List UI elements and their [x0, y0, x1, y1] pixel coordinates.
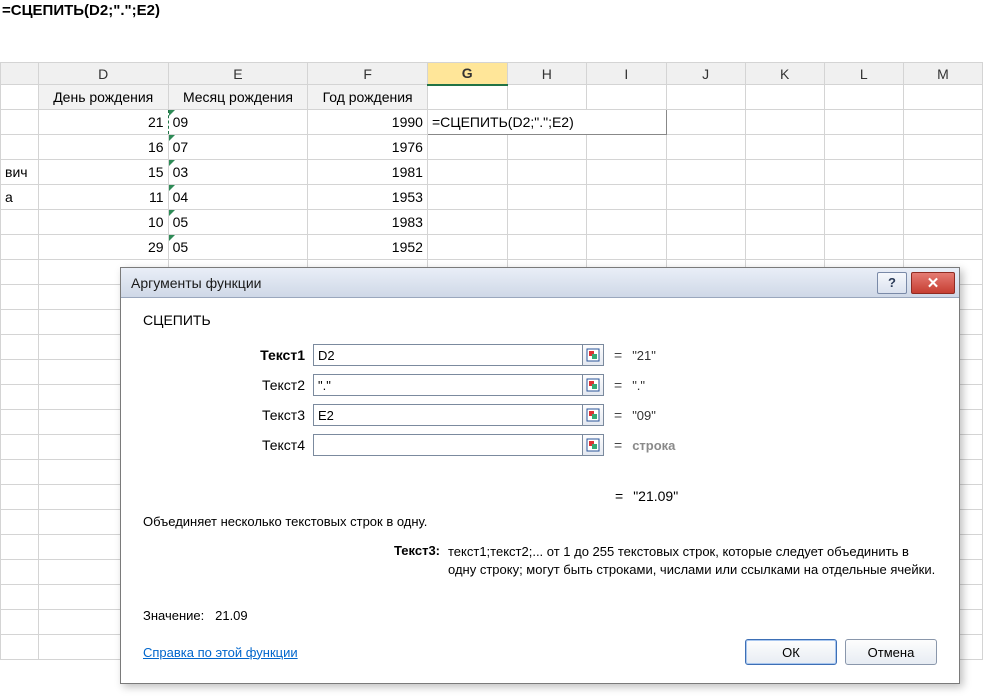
cell[interactable]: 10 — [38, 210, 168, 235]
cell[interactable]: 1981 — [308, 160, 428, 185]
arg-input-1[interactable] — [313, 344, 583, 366]
row-prefix: вич — [1, 160, 39, 185]
cancel-button[interactable]: Отмена — [845, 639, 937, 665]
header-cell[interactable]: Месяц рождения — [168, 85, 308, 110]
cell[interactable]: 11 — [38, 185, 168, 210]
equals-icon: = — [614, 407, 622, 423]
cell[interactable]: 16 — [38, 135, 168, 160]
col-header-J[interactable]: J — [666, 63, 745, 85]
col-header-M[interactable]: M — [903, 63, 982, 85]
col-header-H[interactable]: H — [507, 63, 587, 85]
col-header-F[interactable]: F — [308, 63, 428, 85]
formula-bar[interactable]: =СЦЕПИТЬ(D2;".";E2) — [2, 2, 160, 19]
function-arguments-dialog: Аргументы функции ? ✕ СЦЕПИТЬ Текст1 = "… — [120, 267, 960, 684]
function-name: СЦЕПИТЬ — [143, 312, 937, 328]
close-button[interactable]: ✕ — [911, 272, 955, 294]
cell[interactable]: 07 — [168, 135, 308, 160]
value-result: 21.09 — [215, 608, 248, 623]
cell[interactable]: 29 — [38, 235, 168, 260]
col-header-L[interactable]: L — [824, 63, 903, 85]
column-header-row: D E F G H I J K L M — [1, 63, 983, 85]
arg-result: строка — [632, 438, 675, 453]
cell[interactable]: 05 — [168, 235, 308, 260]
cell[interactable]: 1952 — [308, 235, 428, 260]
header-cell[interactable]: Год рождения — [308, 85, 428, 110]
equals-icon: = — [614, 377, 622, 393]
col-header-K[interactable]: K — [745, 63, 824, 85]
arg-desc-label: Текст3: — [143, 543, 448, 578]
dialog-titlebar[interactable]: Аргументы функции ? ✕ — [121, 268, 959, 298]
ok-button[interactable]: ОК — [745, 639, 837, 665]
arg-label: Текст1 — [143, 347, 313, 363]
range-select-button[interactable] — [582, 404, 604, 426]
active-formula-cell[interactable]: =СЦЕПИТЬ(D2;".";E2) — [427, 110, 666, 135]
cell[interactable]: 15 — [38, 160, 168, 185]
cell[interactable]: 05 — [168, 210, 308, 235]
help-link[interactable]: Справка по этой функции — [143, 645, 298, 660]
arg-result: "21" — [632, 348, 656, 363]
cell[interactable]: 09 — [168, 110, 308, 135]
cell[interactable]: 21 — [38, 110, 168, 135]
arg-label: Текст2 — [143, 377, 313, 393]
arg-result: "09" — [632, 408, 656, 423]
arg-input-3[interactable] — [313, 404, 583, 426]
col-header-G[interactable]: G — [427, 63, 507, 85]
range-select-button[interactable] — [582, 344, 604, 366]
arg-label: Текст3 — [143, 407, 313, 423]
cell[interactable]: 03 — [168, 160, 308, 185]
equals-icon: = — [614, 347, 622, 363]
cell[interactable]: 04 — [168, 185, 308, 210]
range-select-button[interactable] — [582, 434, 604, 456]
cell[interactable]: 1953 — [308, 185, 428, 210]
cell[interactable]: 1990 — [308, 110, 428, 135]
col-header-D[interactable]: D — [38, 63, 168, 85]
function-result: "21.09" — [633, 488, 678, 504]
value-label: Значение: — [143, 608, 204, 623]
equals-icon: = — [615, 488, 623, 504]
arg-input-4[interactable] — [313, 434, 583, 456]
help-button[interactable]: ? — [877, 272, 907, 294]
range-select-button[interactable] — [582, 374, 604, 396]
dialog-title: Аргументы функции — [131, 275, 261, 291]
row-prefix: а — [1, 185, 39, 210]
equals-icon: = — [614, 437, 622, 453]
col-header-I[interactable]: I — [587, 63, 667, 85]
arg-result: "." — [632, 378, 645, 393]
cell[interactable]: 1976 — [308, 135, 428, 160]
function-description: Объединяет несколько текстовых строк в о… — [143, 514, 937, 529]
col-header-E[interactable]: E — [168, 63, 308, 85]
cell[interactable]: 1983 — [308, 210, 428, 235]
arg-input-2[interactable] — [313, 374, 583, 396]
arg-desc-text: текст1;текст2;... от 1 до 255 текстовых … — [448, 543, 937, 578]
arg-label: Текст4 — [143, 437, 313, 453]
header-cell[interactable]: День рождения — [38, 85, 168, 110]
